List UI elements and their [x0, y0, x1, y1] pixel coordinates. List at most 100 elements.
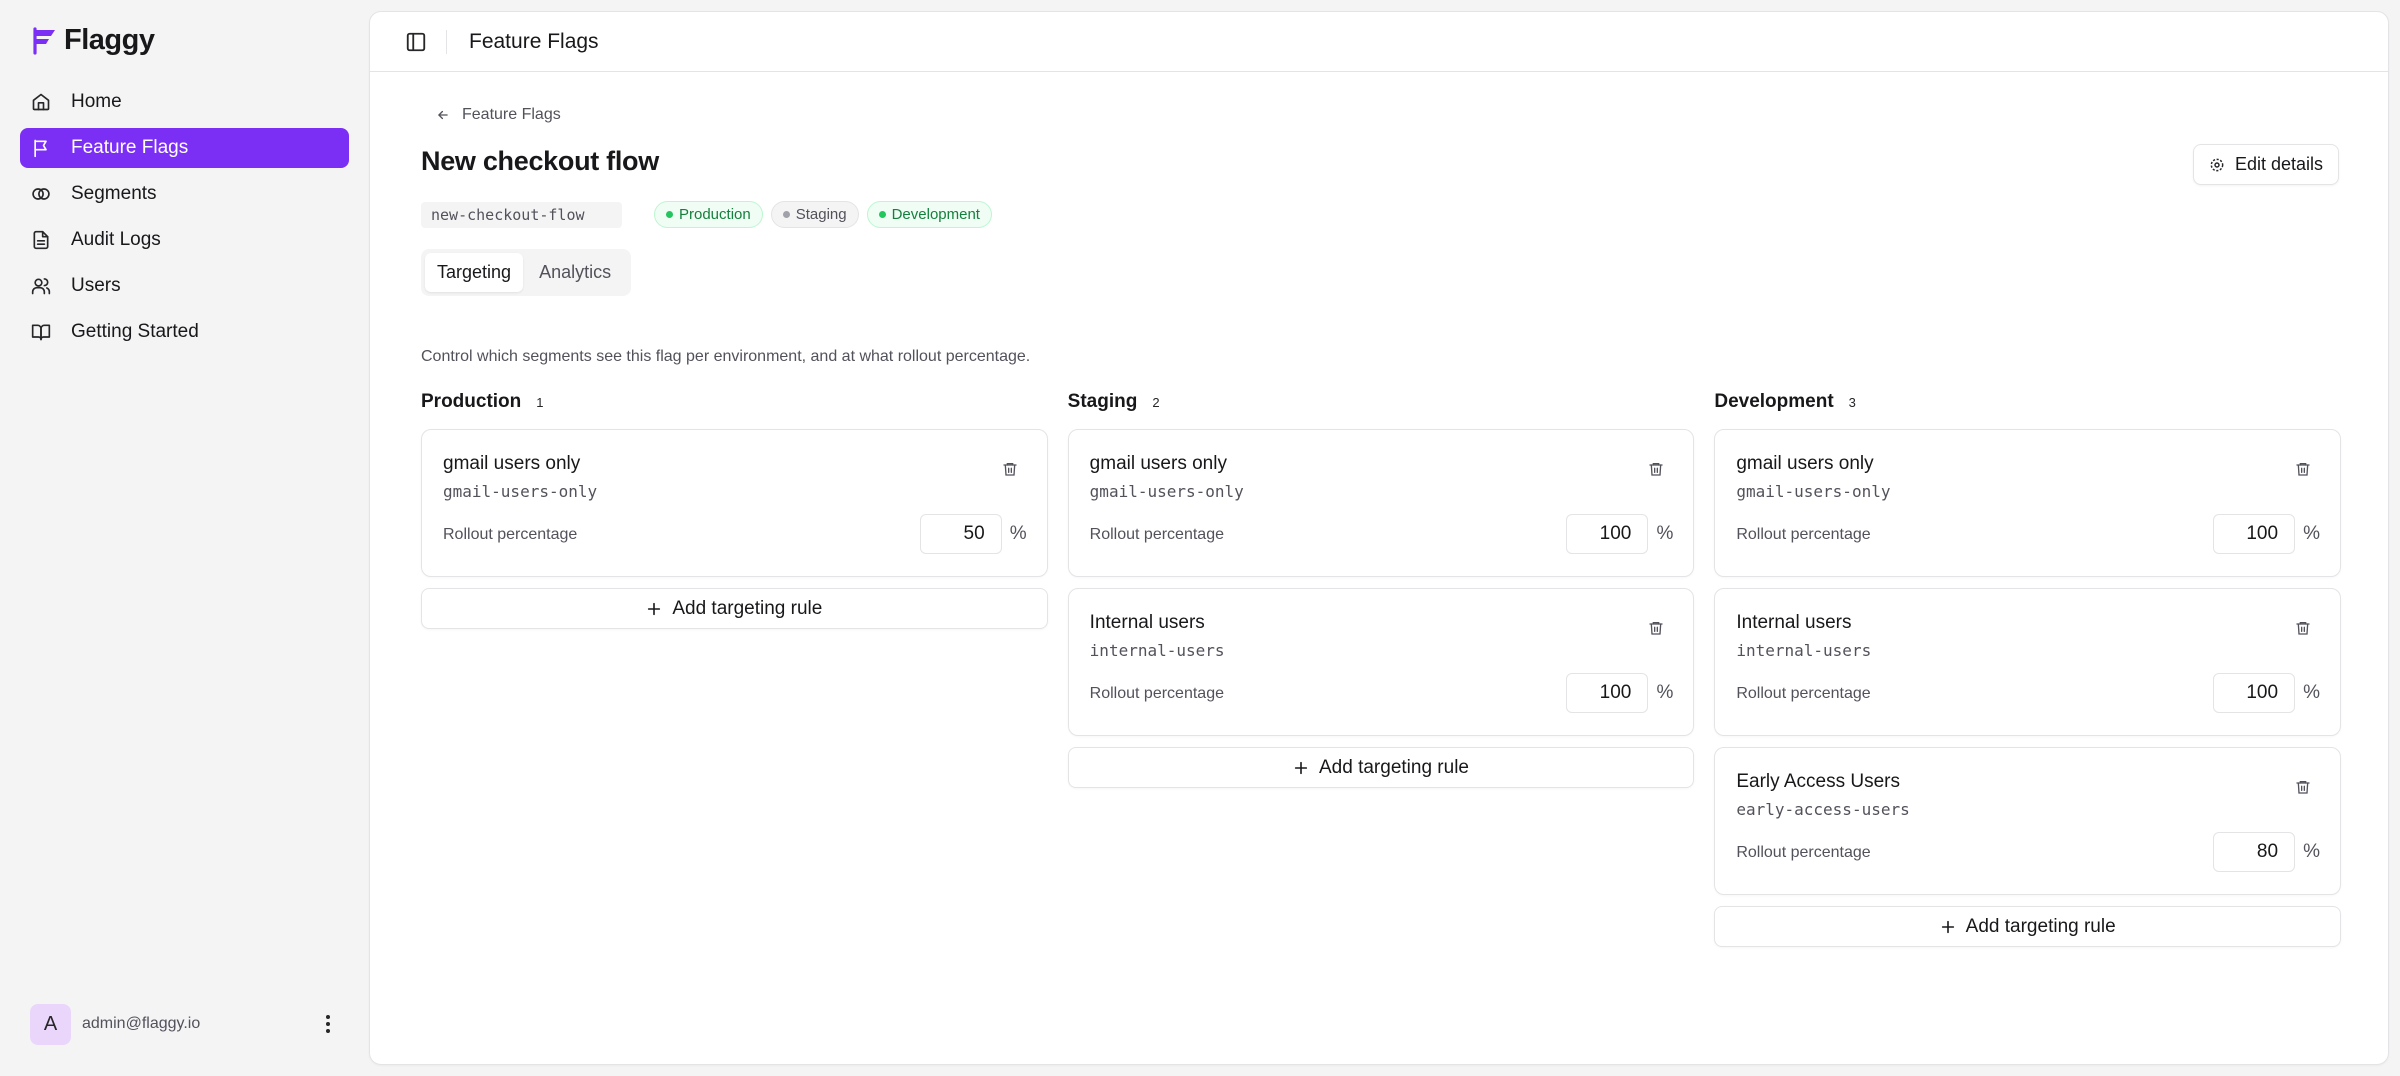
- users-icon: [31, 278, 51, 295]
- user-email: admin@flaggy.io: [82, 1015, 201, 1032]
- segment-key: gmail-users-only: [1089, 482, 1244, 501]
- plus-icon: [1294, 761, 1308, 774]
- rollout-label: Rollout percentage: [1736, 844, 1871, 861]
- brand-logo[interactable]: Flaggy: [30, 24, 155, 57]
- rollout-percentage-input[interactable]: [2213, 832, 2296, 872]
- trash-icon[interactable]: [2292, 617, 2314, 639]
- edit-details-button[interactable]: Edit details: [2193, 144, 2339, 185]
- env-column-title: Production: [421, 391, 522, 412]
- sidebar-item-label: Users: [71, 275, 121, 296]
- trash-icon[interactable]: [999, 458, 1021, 480]
- env-badge-production: Production: [654, 201, 763, 228]
- arrow-left-icon: [438, 110, 448, 120]
- percent-sign: %: [2303, 682, 2321, 703]
- tab-analytics[interactable]: Analytics: [527, 253, 623, 292]
- segment-key: gmail-users-only: [1736, 482, 1891, 501]
- trash-icon[interactable]: [1645, 458, 1667, 480]
- add-targeting-rule-button[interactable]: Add targeting rule: [1714, 906, 2342, 947]
- add-targeting-rule-button[interactable]: Add targeting rule: [1067, 747, 1695, 788]
- trash-icon[interactable]: [2292, 458, 2314, 480]
- rollout-label: Rollout percentage: [1089, 685, 1224, 702]
- rule-card: Internal users internal-users Rollout pe…: [1067, 588, 1695, 736]
- rule-card: gmail users only gmail-users-only Rollou…: [421, 429, 1048, 577]
- status-dot: [666, 211, 673, 218]
- sidebar-item-label: Feature Flags: [71, 137, 189, 158]
- edit-details-label: Edit details: [2234, 154, 2324, 174]
- percent-sign: %: [1009, 523, 1027, 544]
- segment-key: gmail-users-only: [443, 482, 598, 501]
- more-vertical-icon[interactable]: [316, 1012, 340, 1036]
- env-badge-label: Staging: [795, 206, 847, 223]
- environment-columns: Production 1 gmail users only gmail-user…: [421, 389, 2342, 947]
- percent-sign: %: [1656, 523, 1674, 544]
- flag-icon: [34, 139, 47, 158]
- tab-targeting[interactable]: Targeting: [425, 253, 524, 292]
- avatar: A: [30, 1003, 71, 1045]
- main-panel: Feature Flags Feature Flags New checkout…: [369, 11, 2389, 1065]
- rollout-percentage-input[interactable]: [919, 514, 1002, 554]
- add-rule-label: Add targeting rule: [1965, 915, 2116, 937]
- sidebar-item-getting-started[interactable]: Getting Started: [20, 312, 349, 352]
- rule-count: 1: [536, 394, 544, 410]
- rollout-label: Rollout percentage: [1736, 526, 1871, 543]
- add-rule-label: Add targeting rule: [672, 597, 823, 619]
- rollout-percentage-input[interactable]: [2213, 673, 2296, 713]
- sidebar: Flaggy Home Feature Flags Segments Audit…: [0, 0, 369, 1076]
- rule-count: 2: [1152, 394, 1160, 410]
- add-rule-label: Add targeting rule: [1319, 756, 1469, 778]
- flag-key: new-checkout-flow: [421, 201, 622, 228]
- gear-icon: [2210, 158, 2224, 171]
- env-column-development: Development 3 gmail users only gmail-use…: [1714, 389, 2342, 947]
- flaggy-logo-icon: [33, 26, 55, 55]
- rollout-label: Rollout percentage: [443, 526, 578, 543]
- trash-icon[interactable]: [2292, 776, 2314, 798]
- plus-icon: [1941, 920, 1954, 933]
- sidebar-item-home[interactable]: Home: [20, 82, 349, 122]
- segment-name: gmail users only: [1089, 453, 1227, 474]
- back-link[interactable]: Feature Flags: [436, 106, 561, 124]
- targeting-description: Control which segments see this flag per…: [421, 348, 1031, 365]
- rollout-percentage-input[interactable]: [2213, 514, 2296, 554]
- env-badge-label: Production: [679, 206, 751, 223]
- rule-card: Early Access Users early-access-users Ro…: [1714, 747, 2342, 895]
- file-text-icon: [33, 230, 49, 250]
- env-badge-staging: Staging: [770, 201, 859, 228]
- rule-card: Internal users internal-users Rollout pe…: [1714, 588, 2342, 736]
- rule-count: 3: [1848, 394, 1856, 410]
- sidebar-item-feature-flags[interactable]: Feature Flags: [20, 128, 349, 168]
- env-badge-label: Development: [891, 206, 980, 223]
- book-icon: [31, 324, 51, 341]
- sidebar-item-segments[interactable]: Segments: [20, 174, 349, 214]
- sidebar-item-users[interactable]: Users: [20, 266, 349, 306]
- segment-name: gmail users only: [1736, 453, 1874, 474]
- rollout-percentage-input[interactable]: [1566, 514, 1649, 554]
- trash-icon[interactable]: [1645, 617, 1667, 639]
- brand-name: Flaggy: [64, 24, 155, 56]
- rollout-percentage-input[interactable]: [1566, 673, 1649, 713]
- flag-meta: new-checkout-flow Production Staging Dev…: [421, 201, 1000, 228]
- segment-name: Early Access Users: [1736, 771, 1900, 792]
- plus-icon: [648, 602, 661, 615]
- home-icon: [32, 93, 50, 111]
- topbar-divider: [446, 29, 447, 54]
- segment-key: internal-users: [1089, 641, 1225, 660]
- segment-name: Internal users: [1736, 612, 1852, 633]
- add-targeting-rule-button[interactable]: Add targeting rule: [421, 588, 1048, 629]
- topbar-title: Feature Flags: [469, 29, 599, 53]
- segments-icon: [32, 188, 50, 200]
- rollout-label: Rollout percentage: [1736, 685, 1871, 702]
- sidebar-item-audit-logs[interactable]: Audit Logs: [20, 220, 349, 260]
- env-column-title: Staging: [1067, 391, 1138, 412]
- rollout-label: Rollout percentage: [1089, 526, 1224, 543]
- env-column-title: Development: [1714, 391, 1834, 412]
- user-menu[interactable]: A admin@flaggy.io: [30, 1003, 340, 1045]
- sidebar-toggle-icon[interactable]: [403, 29, 429, 55]
- segment-key: early-access-users: [1736, 800, 1910, 819]
- percent-sign: %: [2303, 523, 2321, 544]
- sidebar-item-label: Segments: [71, 183, 157, 204]
- env-column-production: Production 1 gmail users only gmail-user…: [421, 389, 1048, 947]
- page-title: New checkout flow: [421, 146, 659, 176]
- rule-card: gmail users only gmail-users-only Rollou…: [1067, 429, 1695, 577]
- env-column-staging: Staging 2 gmail users only gmail-users-o…: [1067, 389, 1695, 947]
- percent-sign: %: [2303, 841, 2321, 862]
